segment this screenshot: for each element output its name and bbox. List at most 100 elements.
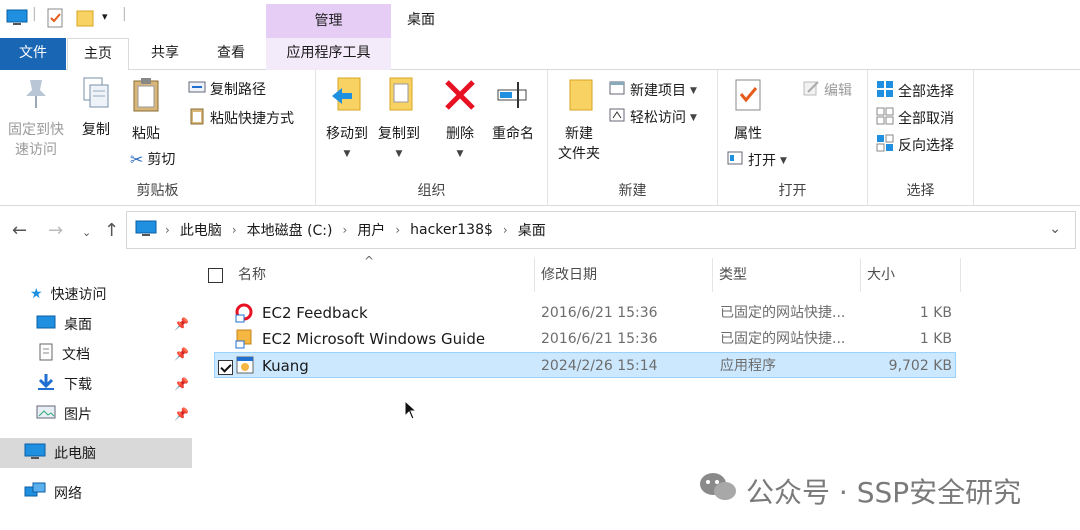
breadcrumb-desktop[interactable]: 桌面 [518, 220, 546, 240]
forward-arrow-icon[interactable]: → [48, 220, 63, 241]
breadcrumb-separator-icon[interactable]: › [165, 223, 170, 237]
paste-shortcut-button[interactable]: 粘贴快捷方式 [188, 107, 294, 131]
application-icon [235, 355, 255, 381]
easy-access-label: 轻松访问 [630, 110, 686, 126]
navigation-pane: ★ 快速访问 桌面 📌 文档 📌 下载 📌 图片 📌 此电脑 网络 [0, 262, 192, 530]
breadcrumb-separator-icon[interactable]: › [232, 223, 237, 237]
column-header-size[interactable]: 大小 [861, 258, 961, 292]
table-row[interactable]: EC2 Feedback 2016/6/21 15:36 已固定的网站快捷...… [214, 300, 956, 326]
breadcrumb-separator-icon[interactable]: › [503, 223, 508, 237]
file-modified: 2024/2/26 15:14 [541, 358, 658, 374]
nav-item-label: 网络 [54, 486, 82, 502]
dropdown-arrow-icon: ▼ [690, 113, 697, 123]
copy-path-button[interactable]: 复制路径 [188, 80, 266, 100]
new-item-button[interactable]: 新建项目 ▼ [608, 80, 697, 102]
properties-icon[interactable] [46, 8, 64, 32]
tab-home[interactable]: 主页 [67, 38, 129, 71]
scissors-icon: ✂ [130, 150, 144, 169]
pin-to-quick-access-button[interactable]: 固定到快 速访问 [4, 76, 68, 160]
nav-item-network[interactable]: 网络 [0, 478, 192, 508]
new-folder-icon[interactable] [76, 8, 94, 32]
edit-icon [802, 80, 820, 102]
pin-icon[interactable]: 📌 [174, 377, 189, 391]
download-arrow-icon [36, 373, 56, 395]
copy-to-button[interactable]: 复制到 ▼ [374, 76, 424, 164]
this-pc-icon[interactable] [6, 8, 28, 30]
file-type: 已固定的网站快捷... [720, 305, 846, 321]
column-header-name[interactable]: 名称 [232, 258, 535, 292]
tab-file[interactable]: 文件 [0, 38, 66, 70]
rename-button[interactable]: 重命名 [488, 76, 538, 144]
network-icon [24, 482, 46, 504]
paste-button[interactable]: 粘贴 [124, 76, 168, 144]
breadcrumb-this-pc[interactable]: 此电脑 [180, 220, 222, 240]
nav-item-label: 图片 [64, 407, 92, 423]
copy-path-icon [188, 80, 206, 100]
breadcrumb-separator-icon[interactable]: › [395, 223, 400, 237]
select-all-checkbox[interactable] [208, 268, 223, 283]
window-title: 桌面 [407, 12, 435, 28]
desktop-icon [36, 314, 56, 334]
select-none-icon [876, 107, 894, 131]
copy-icon [74, 76, 118, 116]
pin-label-line1: 固定到快 [8, 122, 64, 138]
pin-icon[interactable]: 📌 [174, 317, 189, 331]
column-header-modified[interactable]: 修改日期 [535, 258, 713, 292]
rename-icon [488, 76, 538, 120]
tab-application-tools[interactable]: 应用程序工具 [266, 38, 391, 70]
nav-item-documents[interactable]: 文档 📌 [0, 339, 192, 369]
properties-button[interactable]: 属性 [726, 76, 770, 144]
row-checkbox[interactable] [218, 357, 233, 383]
select-none-button[interactable]: 全部取消 [876, 107, 954, 131]
nav-item-quick-access[interactable]: ★ 快速访问 [0, 279, 192, 309]
ribbon: 固定到快 速访问 复制 粘贴 复制路径 粘贴快捷方式 ✂ 剪切 剪贴板 移动到 … [0, 70, 1080, 206]
delete-label: 删除 [446, 126, 474, 142]
nav-item-pictures[interactable]: 图片 📌 [0, 399, 192, 429]
file-size: 1 KB [919, 331, 952, 347]
breadcrumb-local-disk[interactable]: 本地磁盘 (C:) [247, 220, 333, 240]
wechat-logo-icon [698, 470, 738, 511]
nav-item-this-pc[interactable]: 此电脑 [0, 438, 192, 468]
easy-access-button[interactable]: 轻松访问 ▼ [608, 107, 697, 129]
address-history-chevron-icon[interactable]: ⌄ [1049, 221, 1061, 237]
pictures-icon [36, 404, 56, 424]
address-bar[interactable]: › 此电脑 › 本地磁盘 (C:) › 用户 › hacker138$ › 桌面… [126, 211, 1076, 249]
invert-selection-button[interactable]: 反向选择 [876, 134, 954, 158]
customize-qat-icon[interactable]: ▾ [102, 10, 108, 23]
new-folder-label-line2: 文件夹 [558, 146, 600, 162]
table-row[interactable]: EC2 Microsoft Windows Guide 2016/6/21 15… [214, 326, 956, 352]
column-header-type[interactable]: 类型 [713, 258, 861, 292]
delete-button[interactable]: 删除 ▼ [438, 76, 482, 164]
new-folder-label-line1: 新建 [565, 126, 593, 142]
nav-item-label: 文档 [62, 347, 90, 363]
new-folder-button[interactable]: 新建 文件夹 [554, 76, 604, 164]
breadcrumb-user-folder[interactable]: hacker138$ [410, 222, 493, 238]
paste-shortcut-label: 粘贴快捷方式 [210, 111, 294, 127]
pin-icon[interactable]: 📌 [174, 407, 189, 421]
dropdown-arrow-icon: ▼ [780, 156, 787, 166]
move-to-button[interactable]: 移动到 ▼ [322, 76, 372, 164]
open-button[interactable]: 打开 ▼ [726, 150, 787, 172]
properties-label: 属性 [734, 126, 762, 142]
star-icon: ★ [30, 286, 43, 302]
breadcrumb-users[interactable]: 用户 [357, 220, 385, 240]
nav-item-desktop[interactable]: 桌面 📌 [0, 309, 192, 339]
up-arrow-icon[interactable]: ↑ [104, 220, 119, 241]
nav-item-downloads[interactable]: 下载 📌 [0, 369, 192, 399]
cut-button[interactable]: ✂ 剪切 [130, 150, 175, 170]
copy-button[interactable]: 复制 [74, 76, 118, 140]
edit-button[interactable]: 编辑 [802, 80, 852, 102]
select-all-button[interactable]: 全部选择 [876, 80, 954, 104]
separator: | [32, 6, 37, 22]
tab-share[interactable]: 共享 [134, 38, 196, 70]
document-icon [38, 343, 54, 365]
back-arrow-icon[interactable]: ← [12, 220, 27, 241]
breadcrumb-separator-icon[interactable]: › [343, 223, 348, 237]
tab-view[interactable]: 查看 [200, 38, 262, 70]
delete-x-icon [438, 76, 482, 120]
recent-locations-chevron-icon[interactable]: ⌄ [82, 226, 91, 239]
pin-icon[interactable]: 📌 [174, 347, 189, 361]
separator: | [122, 6, 127, 22]
table-row[interactable]: Kuang 2024/2/26 15:14 应用程序 9,702 KB [214, 352, 956, 378]
paste-shortcut-icon [188, 107, 206, 131]
